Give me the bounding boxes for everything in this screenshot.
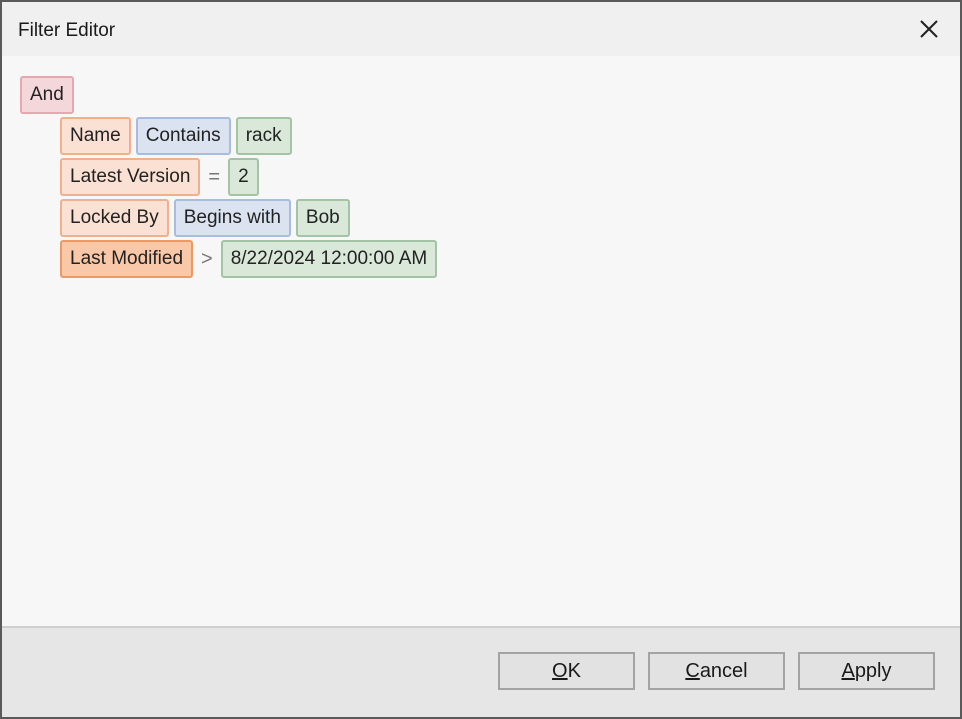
condition-row-selected: Last Modified > 8/22/2024 12:00:00 AM [60,240,442,278]
ok-accel: O [552,659,568,682]
filter-canvas: And Name Contains rack Latest Version = … [2,56,960,628]
ok-button[interactable]: OK [498,652,635,690]
cancel-label-rest: ancel [699,659,748,682]
condition-field-button[interactable]: Latest Version [60,158,201,196]
ok-label-rest: K [567,659,581,682]
condition-operator-button[interactable]: Contains [135,117,231,155]
condition-value-button[interactable]: 2 [228,158,259,196]
group-operator-button[interactable]: And [20,76,74,114]
title-bar: Filter Editor [2,2,960,56]
apply-accel: A [841,659,855,682]
condition-row: Locked By Begins with Bob [60,199,355,237]
apply-label-rest: pply [854,659,892,682]
cancel-button[interactable]: Cancel [648,652,785,690]
condition-field-button[interactable]: Locked By [60,199,169,237]
condition-operator-button[interactable]: Begins with [173,199,291,237]
condition-row: Name Contains rack [60,117,297,155]
window-title: Filter Editor [18,20,116,41]
close-icon[interactable] [914,14,944,44]
condition-operator-symbol[interactable]: > [201,240,213,278]
condition-operator-symbol[interactable]: = [208,158,220,196]
condition-value-button[interactable]: Bob [295,199,350,237]
group-row: And [20,76,79,114]
condition-value-button[interactable]: rack [235,117,292,155]
dialog-footer: OK Cancel Apply [2,626,960,717]
filter-editor-window: Filter Editor And Name Contains rack Lat… [0,0,962,719]
cancel-accel: C [685,659,700,682]
condition-field-button[interactable]: Name [60,117,131,155]
condition-value-button[interactable]: 8/22/2024 12:00:00 AM [220,240,438,278]
condition-field-button[interactable]: Last Modified [60,240,194,278]
apply-button[interactable]: Apply [798,652,935,690]
condition-row: Latest Version = 2 [60,158,264,196]
